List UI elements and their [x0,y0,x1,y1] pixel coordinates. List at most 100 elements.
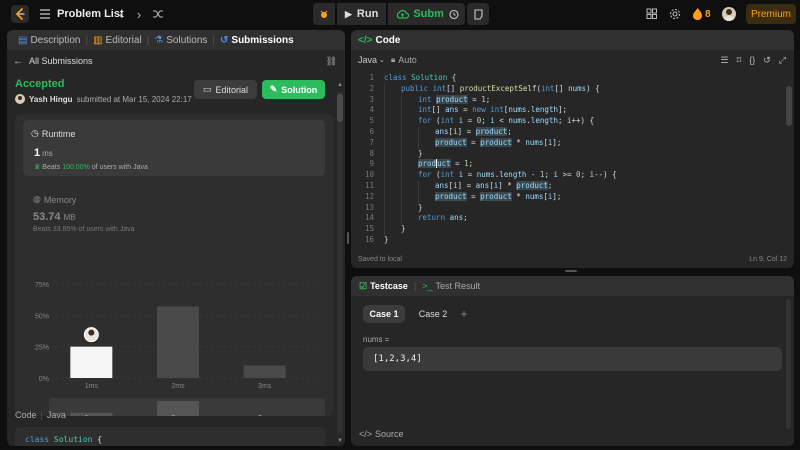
alarm-icon [449,9,459,20]
timer-button[interactable] [443,3,465,25]
line-number: 15 [364,224,374,234]
tab-submissions[interactable]: ↺ Submissions [215,35,299,46]
nums-input[interactable]: [1,2,3,4] [363,347,782,371]
tab-test-result[interactable]: >_ Test Result [422,281,486,291]
gear-icon[interactable] [669,8,681,20]
indent-guide [384,83,385,235]
y-tick-label: 75% [35,282,49,289]
shuffle-icon[interactable] [151,7,165,21]
code-line[interactable]: int[] ans = new int[nums.length]; [418,105,567,114]
testcase-scrollbar[interactable] [786,299,791,429]
user-name[interactable]: Yash Hingu [29,95,73,104]
line-number: 8 [369,148,374,158]
scroll-down-icon[interactable]: ▼ [337,438,343,444]
line-number: 16 [364,235,374,244]
saved-status: Saved to local [358,255,402,263]
link-icon[interactable]: ⛓ [326,56,337,67]
testcase-header: ☑ Testcase | >_ Test Result [351,276,794,296]
code-line[interactable]: product = product * nums[i]; [435,137,561,147]
testcase-panel: ☑ Testcase | >_ Test Result Case 1 Case … [351,276,794,446]
chevron-down-icon: ⌄ [379,57,385,64]
language-select[interactable]: Java ⌄ [358,55,385,65]
run-button[interactable]: ▶ Run [337,3,387,25]
reset-icon[interactable]: ↺ [763,55,771,66]
code-line[interactable]: class Solution { [384,73,456,82]
book-open-icon: ▭ [202,84,212,94]
tab-description[interactable]: ▤ Description [13,35,85,46]
code-line[interactable]: ans[i] = product; [435,127,512,136]
leetcode-logo[interactable] [11,5,29,23]
auto-mode[interactable]: 🔒︎ Auto [391,55,417,65]
braces-icon[interactable]: {} [749,55,755,66]
line-number: 13 [364,202,374,212]
code-footer: Saved to local Ln 9, Col 12 [351,250,794,268]
left-tabs: ▤ Description | ▥ Editorial | ⚗ Solution… [7,30,345,50]
status-accepted: Accepted [15,78,65,90]
code-line[interactable]: public int[] productExceptSelf(int[] num… [401,84,600,93]
code-icon: </> [359,429,373,439]
code-line[interactable]: } [384,235,389,244]
code-line[interactable]: product = 1; [418,159,473,169]
tab-editorial[interactable]: ▥ Editorial [88,35,147,46]
case-1-tab[interactable]: Case 1 [363,305,405,323]
code-line[interactable]: return ans; [418,213,468,222]
code-line[interactable]: int product = 1; [418,94,490,104]
list-icon[interactable] [39,8,51,20]
vertical-resize-handle[interactable] [347,232,349,244]
run-submit-group: ▶ Run Submit [313,3,459,25]
x-tick-label: 1ms [85,383,99,390]
premium-button[interactable]: Premium [746,4,796,24]
case-2-tab[interactable]: Case 2 [412,305,454,323]
code-line[interactable]: product = product * nums[i]; [435,191,561,201]
indent-guide [418,127,419,149]
line-number: 9 [369,159,374,169]
editor-tool-icons: ☰ ⌑ {} ↺ ⤢ [721,55,786,66]
solution-button[interactable]: ✎ Solution [262,80,325,99]
format-icon[interactable]: ☰ [721,55,729,66]
debug-button[interactable] [313,3,335,25]
bookmark-icon[interactable]: ⌑ [737,55,742,66]
overview-bar [157,401,199,416]
line-number: 10 [364,170,374,180]
layout-icon[interactable] [646,8,657,19]
all-submissions-link[interactable]: All Submissions [29,56,93,66]
user-marker-head [88,329,95,336]
expand-icon[interactable]: ⤢ [779,55,786,66]
code-line[interactable]: ans[i] = ans[i] * product; [435,181,552,190]
profile-avatar[interactable] [722,7,736,21]
left-scrollbar[interactable]: ▲ ▼ [336,82,344,444]
submitted-time: submitted at Mar 15, 2024 22:17 [76,94,192,104]
notes-button[interactable] [467,3,489,25]
code-line[interactable]: for (int i = 0; i < nums.length; i++) { [418,116,594,125]
streak-counter[interactable]: 8 [693,8,711,20]
add-case-button[interactable]: + [456,305,472,323]
code-editor[interactable]: 1 class Solution {2 public int[] productEx… [351,70,791,246]
code-line[interactable]: for (int i = nums.length - 1; i >= 0; i-… [418,170,617,179]
editorial-button[interactable]: ▭ Editorial [194,80,257,99]
next-problem-icon[interactable]: › [132,7,146,22]
code-toolbar: Java ⌄ 🔒︎ Auto ☰ ⌑ {} ↺ ⤢ [351,52,794,68]
line-number: 1 [369,73,374,82]
code-line[interactable]: } [418,203,423,212]
arrow-left-icon[interactable]: ← [13,56,23,67]
prev-problem-icon[interactable]: ‹ [114,7,128,22]
code-line[interactable]: } [418,149,423,158]
code-panel-header: </> Code [351,30,794,50]
submitter-info: Yash Hingu submitted at Mar 15, 2024 22:… [15,94,192,104]
horizontal-resize-handle[interactable] [565,270,577,272]
overview-label: 3ms [258,415,272,416]
source-toggle[interactable]: </> Source [359,429,404,439]
line-number: 14 [364,213,374,223]
fire-icon [693,8,702,20]
scroll-thumb[interactable] [337,94,343,122]
runtime-distribution-chart[interactable]: 0% 25% 50% 75% 1ms 2ms 3ms 1ms 2ms 3ms [15,114,333,416]
bug-icon [320,10,328,18]
y-tick-label: 0% [39,376,49,383]
tab-solutions[interactable]: ⚗ Solutions [149,35,212,46]
scroll-up-icon[interactable]: ▲ [337,82,343,88]
code-line[interactable]: } [401,224,406,233]
lock-icon: 🔒︎ [391,55,396,64]
tab-testcase[interactable]: ☑ Testcase [359,281,414,292]
editor-scrollbar[interactable] [786,86,792,126]
document-icon: ▤ [18,34,28,46]
